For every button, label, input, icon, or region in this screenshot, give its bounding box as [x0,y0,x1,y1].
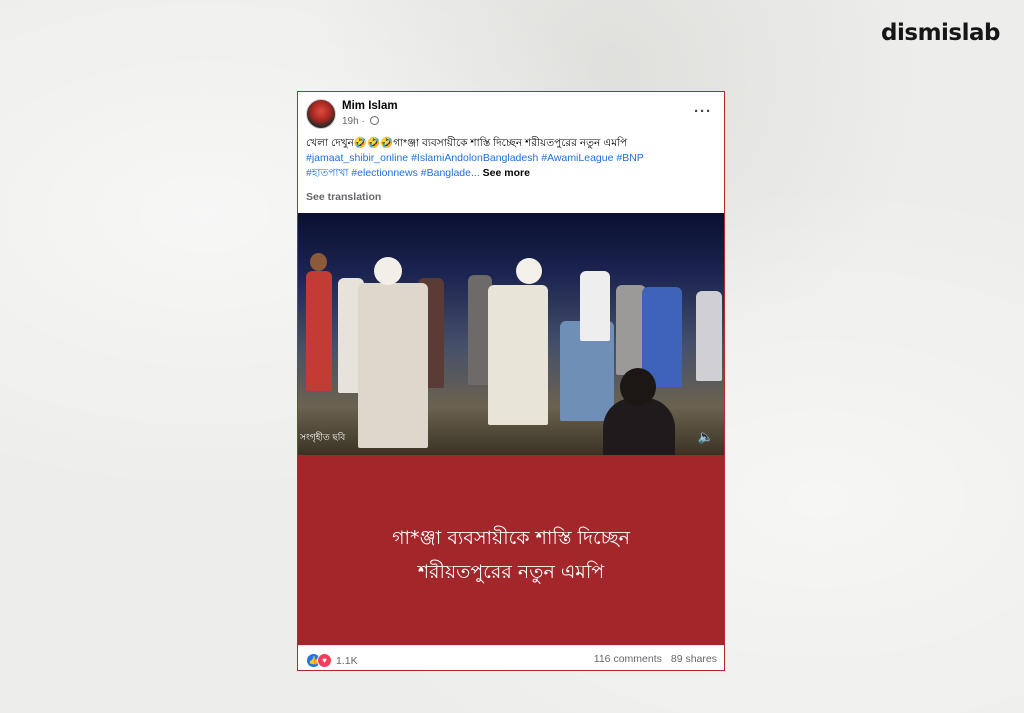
see-translation-link[interactable]: See translation [306,191,381,203]
post-text: খেলা দেখুন🤣🤣🤣গা*ঞ্জা ব্যবসায়ীকে শাস্তি … [306,136,716,181]
video-watermark: সংগৃহীত ছবি [300,432,346,442]
post-meta: 19h · [342,116,379,127]
hashtags-line-2[interactable]: #হাতপাখা #electionnews #Banglade... [306,167,480,179]
video-figure [306,271,332,391]
post-footer: 👍 ♥ 1.1K 116 comments 89 shares [298,645,724,670]
video-figure-head [374,257,402,285]
reactions[interactable]: 👍 ♥ 1.1K [307,652,358,670]
post-caption: খেলা দেখুন🤣🤣🤣গা*ঞ্জা ব্যবসায়ীকে শাস্তি … [306,137,628,149]
video-player[interactable]: সংগৃহীত ছবি 🔈 [298,213,724,455]
post-time[interactable]: 19h · [342,116,365,127]
more-options-icon[interactable]: ··· [694,103,712,120]
reaction-count: 1.1K [336,654,358,667]
post-stats: 116 comments 89 shares [594,653,717,665]
video-figure-head [310,253,327,271]
shares-count[interactable]: 89 shares [671,653,717,665]
video-figure [696,291,722,381]
banner-line-2: শরীয়তপুরের নতুন এমপি [417,561,605,583]
post-header: Mim Islam 19h · ··· [306,99,716,131]
video-figure-head [620,368,656,406]
avatar[interactable] [306,99,336,129]
caption-banner: গা*ঞ্জা ব্যবসায়ীকে শাস্তি দিচ্ছেন শরীয়… [298,455,724,645]
facebook-post-card: Mim Islam 19h · ··· খেলা দেখুন🤣🤣🤣গা*ঞ্জা… [297,91,725,671]
globe-icon [369,116,379,125]
volume-icon[interactable]: 🔈 [698,429,714,445]
love-reaction-icon: ♥ [317,653,332,669]
video-figure-head [516,258,542,284]
video-figure [488,285,548,425]
video-figure [358,283,428,448]
see-more-link[interactable]: See more [483,167,530,179]
comments-count[interactable]: 116 comments [594,653,662,665]
video-figure [580,271,610,341]
video-figure [603,398,675,455]
banner-line-1: গা*ঞ্জা ব্যবসায়ীকে শাস্তি দিচ্ছেন [392,527,630,549]
brand-logo: dismislab [881,20,1000,46]
author-name[interactable]: Mim Islam [342,100,398,112]
hashtags-line-1[interactable]: #jamaat_shibir_online #IslamiAndolonBang… [306,151,716,166]
